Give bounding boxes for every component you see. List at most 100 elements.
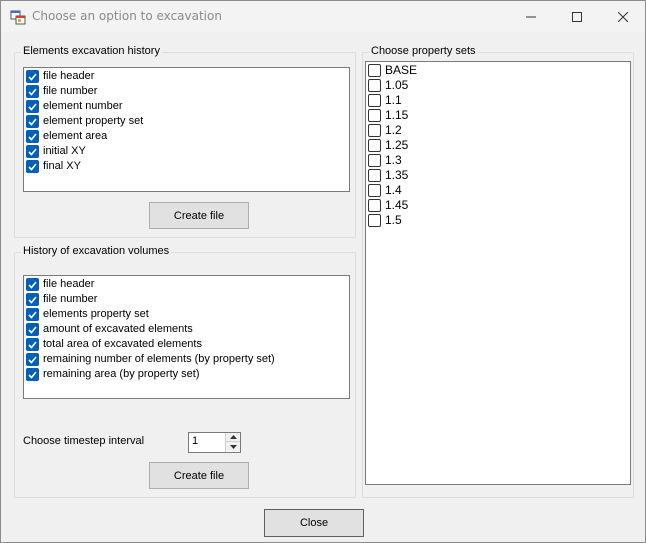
checkbox-label: file number [43,293,98,305]
checkbox-item[interactable]: remaining number of elements (by propert… [26,352,275,367]
checkbox-item[interactable]: 1.4 [368,183,402,198]
checkbox-unchecked-icon[interactable] [368,64,381,77]
checkbox-label: 1.3 [385,153,402,167]
checkbox-label: 1.35 [385,168,409,182]
checkbox-unchecked-icon[interactable] [368,214,381,227]
checkbox-checked-icon[interactable] [26,308,39,321]
volumes-history-list[interactable]: file header file number elements property … [23,275,350,399]
checkbox-label: 1.25 [385,138,409,152]
close-icon [618,11,628,22]
checkbox-item[interactable]: file number [26,292,97,307]
checkbox-item[interactable]: file header [26,277,94,292]
checkbox-item[interactable]: 1.25 [368,138,408,153]
checkbox-label: initial XY [43,145,86,157]
checkbox-label: file header [43,278,95,290]
checkbox-label: 1.05 [385,78,409,92]
checkbox-item[interactable]: amount of excavated elements [26,322,193,337]
checkbox-unchecked-icon[interactable] [368,124,381,137]
checkbox-checked-icon[interactable] [26,293,39,306]
property-sets-list[interactable]: BASE 1.05 1.1 1.15 1.2 1.25 1.3 1.35 1.4 1.45 1.5 [365,61,631,485]
chevron-up-icon [229,435,237,439]
checkbox-checked-icon[interactable] [26,278,39,291]
checkbox-item[interactable]: file header [26,69,94,84]
checkbox-item[interactable]: elements property set [26,307,149,322]
maximize-button[interactable] [554,1,600,32]
checkbox-checked-icon[interactable] [26,160,39,173]
property-sets-legend: Choose property sets [369,45,478,57]
timestep-label: Choose timestep interval [23,435,145,447]
checkbox-unchecked-icon[interactable] [368,139,381,152]
checkbox-unchecked-icon[interactable] [368,94,381,107]
checkbox-label: file header [43,70,95,82]
checkbox-label: 1.45 [385,198,409,212]
checkbox-item[interactable]: total area of excavated elements [26,337,202,352]
checkbox-unchecked-icon[interactable] [368,184,381,197]
window-close-button[interactable] [600,1,646,32]
checkbox-label: amount of excavated elements [43,323,193,335]
checkbox-label: element property set [43,115,144,127]
close-button[interactable]: Close [264,509,364,537]
checkbox-item[interactable]: BASE [368,63,417,78]
checkbox-item[interactable]: 1.3 [368,153,402,168]
checkbox-checked-icon[interactable] [26,115,39,128]
elements-history-list[interactable]: file header file number element number elem… [23,67,350,192]
checkbox-item[interactable]: initial XY [26,144,86,159]
minimize-icon [526,16,536,17]
checkbox-checked-icon[interactable] [26,338,39,351]
checkbox-checked-icon[interactable] [26,323,39,336]
checkbox-item[interactable]: 1.2 [368,123,402,138]
checkbox-label: final XY [43,160,81,172]
checkbox-label: total area of excavated elements [43,338,202,350]
checkbox-unchecked-icon[interactable] [368,154,381,167]
checkbox-label: element number [43,100,123,112]
checkbox-label: 1.5 [385,213,402,227]
checkbox-item[interactable]: 1.1 [368,93,402,108]
checkbox-checked-icon[interactable] [26,85,39,98]
checkbox-item[interactable]: element number [26,99,123,114]
checkbox-unchecked-icon[interactable] [368,79,381,92]
timestep-value: 1 [192,435,199,447]
checkbox-checked-icon[interactable] [26,100,39,113]
checkbox-label: element area [43,130,108,142]
create-volumes-file-button[interactable]: Create file [149,462,249,489]
stepper-up-button[interactable] [226,433,240,442]
checkbox-label: remaining number of elements (by propert… [43,353,275,365]
checkbox-item[interactable]: 1.15 [368,108,408,123]
checkbox-item[interactable]: remaining area (by property set) [26,367,200,382]
checkbox-label: 1.1 [385,93,402,107]
checkbox-item[interactable]: 1.45 [368,198,408,213]
checkbox-checked-icon[interactable] [26,130,39,143]
checkbox-label: elements property set [43,308,149,320]
checkbox-item[interactable]: 1.05 [368,78,408,93]
checkbox-item[interactable]: 1.35 [368,168,408,183]
checkbox-unchecked-icon[interactable] [368,169,381,182]
dialog-window: Choose an option to excavation Elements … [0,0,646,543]
checkbox-item[interactable]: file number [26,84,97,99]
checkbox-checked-icon[interactable] [26,145,39,158]
timestep-stepper[interactable]: 1 [188,432,241,453]
checkbox-item[interactable]: 1.5 [368,213,402,228]
checkbox-unchecked-icon[interactable] [368,199,381,212]
checkbox-label: 1.15 [385,108,409,122]
checkbox-item[interactable]: element area [26,129,107,144]
minimize-button[interactable] [508,1,554,32]
chevron-down-icon [229,444,237,449]
stepper-buttons [225,433,240,452]
app-window-icon [10,9,26,25]
stepper-down-button[interactable] [226,442,240,451]
checkbox-checked-icon[interactable] [26,368,39,381]
checkbox-label: remaining area (by property set) [43,368,200,380]
title-bar[interactable]: Choose an option to excavation [1,1,645,32]
elements-history-legend: Elements excavation history [21,45,162,57]
checkbox-label: BASE [385,63,418,77]
maximize-icon [572,11,582,22]
create-elements-file-button[interactable]: Create file [149,202,249,229]
checkbox-checked-icon[interactable] [26,353,39,366]
checkbox-unchecked-icon[interactable] [368,109,381,122]
checkbox-item[interactable]: final XY [26,159,81,174]
checkbox-label: file number [43,85,98,97]
window-title: Choose an option to excavation [32,9,222,23]
volumes-history-legend: History of excavation volumes [21,245,172,257]
checkbox-item[interactable]: element property set [26,114,143,129]
checkbox-checked-icon[interactable] [26,70,39,83]
